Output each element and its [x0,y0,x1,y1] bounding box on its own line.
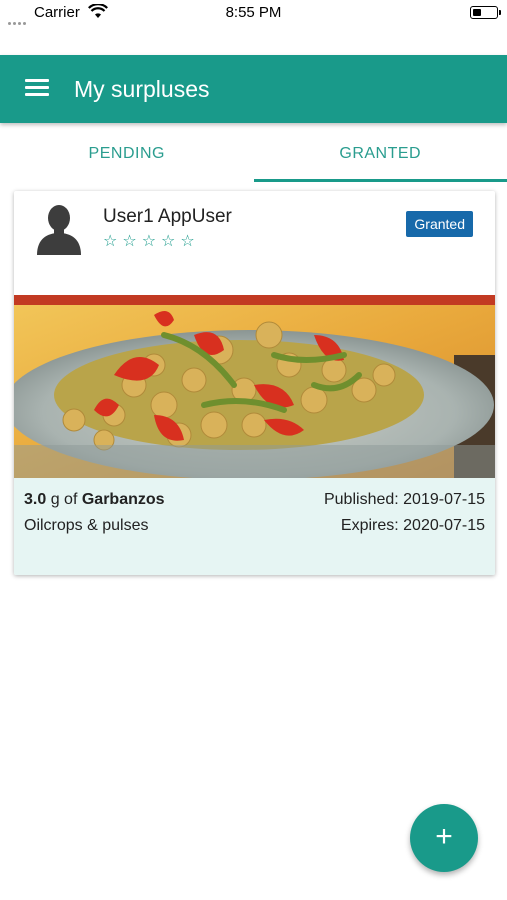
status-bar: Carrier 8:55 PM [0,0,507,28]
add-icon: + [435,820,453,853]
tab-bar: PENDING GRANTED [0,123,507,182]
card-footer: 3.0 g of Garbanzos Published: 2019-07-15… [14,478,495,575]
user-name: User1 AppUser [103,206,232,227]
tab-granted[interactable]: GRANTED [253,123,507,182]
footer-row-2: Oilcrops & pulses Expires: 2020-07-15 [24,517,485,535]
food-image [14,295,495,478]
published-date: Published: 2019-07-15 [323,491,485,508]
avatar-icon [37,205,81,255]
page-title: My surpluses [74,76,210,102]
tab-pending[interactable]: PENDING [0,123,254,182]
footer-row-1: 3.0 g of Garbanzos Published: 2019-07-15 [24,491,485,509]
card-header: User1 AppUser ☆☆☆☆☆ Granted [14,191,495,295]
rating-stars: ☆☆☆☆☆ [103,233,200,250]
quantity-unit: g of [50,491,78,508]
expires-date: Expires: 2020-07-15 [340,517,485,534]
quantity-value: 3.0 [24,491,47,508]
quantity-text: 3.0 g of Garbanzos [24,491,165,509]
surplus-card[interactable]: User1 AppUser ☆☆☆☆☆ Granted 3.0 g of Gar… [14,191,495,575]
status-time: 8:55 PM [225,4,282,21]
battery-icon [470,6,501,19]
add-button[interactable]: + [410,804,478,872]
product-name: Garbanzos [81,491,165,508]
status-badge: Granted [406,211,473,237]
category-label: Oilcrops & pulses [24,517,149,534]
app-bar: My surpluses [0,55,507,123]
menu-icon[interactable] [25,79,49,99]
